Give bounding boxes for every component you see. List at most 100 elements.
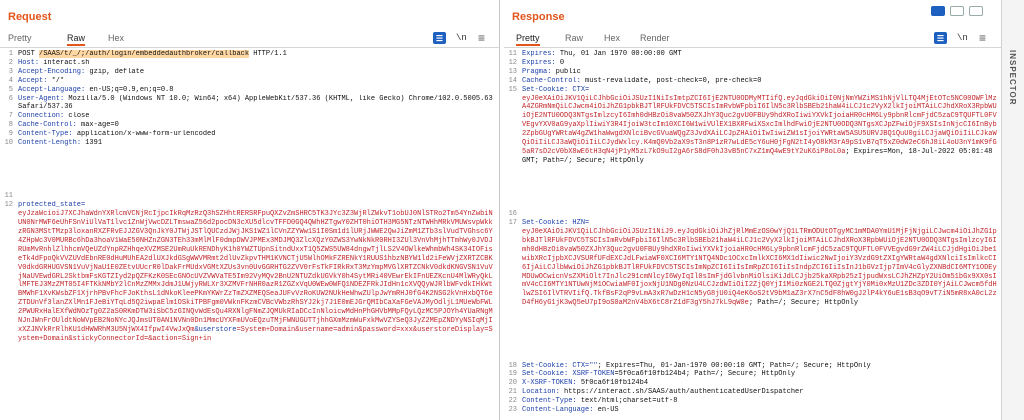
line-number: 9 (8, 130, 13, 139)
header-name: Accept (18, 76, 44, 85)
header-name: Content-Type (522, 397, 573, 406)
header-value: Thu, 01 Jan 1970 00:00:00 GMT (559, 50, 682, 58)
header-value: interact.sh (43, 58, 90, 67)
header-value: ; Expires=Thu, 01-Jan-1970 00:00:10 GMT;… (597, 361, 871, 370)
http-method: POST (18, 50, 40, 58)
header-line: Set-Cookie: CTX=""; Expires=Thu, 01-Jan-… (522, 361, 871, 370)
request-tab-raw[interactable]: Raw (67, 33, 86, 46)
request-tab-pretty[interactable]: Pretty (8, 33, 32, 43)
response-tab-raw[interactable]: Raw (565, 33, 583, 43)
cookie-value: eyJ0eXAiOiJKV1QiLCJhbGciOiJSUzI1NiJ9.eyJ… (522, 228, 997, 308)
header-value: 1391 (85, 139, 103, 147)
body-param-name: protected_state (18, 201, 82, 210)
layout-stacked-icon[interactable] (950, 6, 964, 16)
cookie-name: CTX (572, 85, 586, 94)
header-name: X-XSRF-TOKEN (522, 379, 573, 388)
line-number: 17 (508, 219, 517, 228)
header-value: */* (51, 76, 65, 85)
header-name: Host (18, 58, 35, 67)
request-path: /SAAS/t/_/;/auth/login/embeddedauthbroke… (39, 50, 250, 58)
line-number: 14 (508, 76, 517, 85)
header-name: Pragma (522, 67, 548, 76)
header-value: https://interact.sh/SAAS/auth/authentica… (564, 388, 804, 397)
message-actions-icon[interactable]: ☰ (934, 32, 947, 44)
header-line: Accept: */* (18, 76, 65, 85)
layout-single-icon[interactable] (969, 6, 983, 16)
line-number: 2 (8, 58, 13, 67)
inspector-sidebar: INSPECTOR (1001, 0, 1024, 420)
line-number: 11 (508, 50, 517, 58)
line-number: 13 (508, 67, 517, 76)
header-line: Expires: Thu, 01 Jan 1970 00:00:00 GMT (522, 50, 682, 58)
cookie-name: XSRF-TOKEN (572, 370, 615, 379)
header-name: Set-Cookie (522, 370, 565, 379)
line-number: 23 (508, 406, 517, 414)
header-line: Cache-Control: max-age=0 (18, 121, 119, 130)
line-number: 18 (508, 361, 517, 370)
line-number: 4 (8, 76, 13, 85)
http-message-editor: { "request": { "title": "Request", "tabs… (0, 0, 1024, 420)
menu-icon[interactable]: ≡ (478, 31, 485, 45)
header-line: Content-Type: text/html;charset=utf-8 (522, 397, 678, 406)
header-name: Connection (18, 112, 61, 121)
request-editor[interactable]: 1 POST /SAAS/t/_/;/auth/login/embeddedau… (0, 50, 499, 420)
response-title: Response (512, 11, 565, 23)
set-cookie-ctx: Set-Cookie: CTX= eyJ0eXAiOiJKV1QiLCJhbGc… (522, 85, 997, 165)
line-number: 3 (8, 67, 13, 76)
line-number: 10 (4, 139, 13, 147)
line-number: 15 (508, 85, 517, 94)
header-value: =5f0ca6f10fb124b4; Path=/; Secure; HttpO… (614, 370, 796, 379)
newline-toggle[interactable]: \n (957, 33, 968, 43)
cookie-name: CTX="" (572, 361, 598, 370)
request-pane: Request Pretty Raw Hex ☰ \n ≡ 1 POST /SA… (0, 0, 500, 420)
header-line: Expires: 0 (522, 58, 565, 67)
line-number: 6 (8, 94, 13, 103)
menu-icon[interactable]: ≡ (979, 31, 986, 45)
message-actions-icon[interactable]: ☰ (433, 32, 446, 44)
cookie-value: eyJ0eXAiOiJKV1QiLCJhbGciOiJSUzI1NiIsImtp… (522, 94, 997, 156)
header-value: public (555, 67, 581, 76)
header-value: text/html;charset=utf-8 (580, 397, 678, 406)
header-name: Expires (522, 50, 552, 58)
response-tab-render[interactable]: Render (640, 33, 670, 43)
header-line: Host: interact.sh (18, 58, 90, 67)
header-value: 5f0ca6f10fb124b4 (580, 379, 649, 388)
layout-side-by-side-icon[interactable] (931, 6, 945, 16)
header-name: Location (522, 388, 556, 397)
header-name: Content-Length (18, 139, 77, 147)
header-value: max-age=0 (81, 121, 119, 130)
header-value: 0 (559, 58, 565, 67)
line-number: 19 (508, 370, 517, 379)
header-value: Mozilla/5.0 (Windows NT 10.0; Win64; x64… (18, 94, 493, 112)
inspector-tab[interactable]: INSPECTOR (1008, 50, 1017, 106)
body-param-value: eyJzaWcioiJ7XCJhaWdnYXRlcmVCNjRcIjpcIkRq… (18, 210, 493, 334)
header-name: Accept-Language (18, 85, 82, 94)
header-name: Content-Language (522, 406, 590, 414)
response-editor[interactable]: 11 Expires: Thu, 01 Jan 1970 00:00:00 GMT… (504, 50, 1001, 420)
cookie-attributes: ; Path=/; Secure; HttpOnly (748, 299, 859, 308)
line-number: 11 (4, 192, 13, 201)
request-line: POST /SAAS/t/_/;/auth/login/embeddedauth… (18, 50, 495, 59)
response-tab-bar: Pretty Raw Hex Render ☰ \n ≡ (504, 30, 1001, 48)
line-number: 20 (508, 379, 517, 388)
line-number: 1 (8, 50, 13, 58)
header-line: Content-Length: 1391 (18, 139, 103, 147)
header-line: Accept-Language: en-US;q=0.9,en;q=0.8 (18, 85, 174, 94)
line-number: 5 (8, 85, 13, 94)
response-tab-hex[interactable]: Hex (604, 33, 620, 43)
header-value: close (68, 112, 90, 121)
header-value: en-US;q=0.9,en;q=0.8 (89, 85, 174, 94)
header-name: Cache-Control (522, 76, 577, 85)
response-tab-pretty[interactable]: Pretty (516, 33, 540, 46)
line-number: 21 (508, 388, 517, 397)
header-line: Set-Cookie: XSRF-TOKEN=5f0ca6f10fb124b4;… (522, 370, 796, 379)
header-name: Set-Cookie (522, 85, 565, 94)
header-name: Cache-Control (18, 121, 73, 130)
line-number: 16 (508, 210, 517, 219)
request-tab-hex[interactable]: Hex (108, 33, 124, 43)
header-value: must-revalidate, post-check=0, pre-check… (585, 76, 762, 85)
body-userstore-key: &userstore (194, 325, 237, 334)
newline-toggle[interactable]: \n (456, 33, 467, 43)
request-tab-bar: Pretty Raw Hex ☰ \n ≡ (0, 30, 499, 48)
header-value: application/x-www-form-urlencoded (76, 130, 216, 139)
